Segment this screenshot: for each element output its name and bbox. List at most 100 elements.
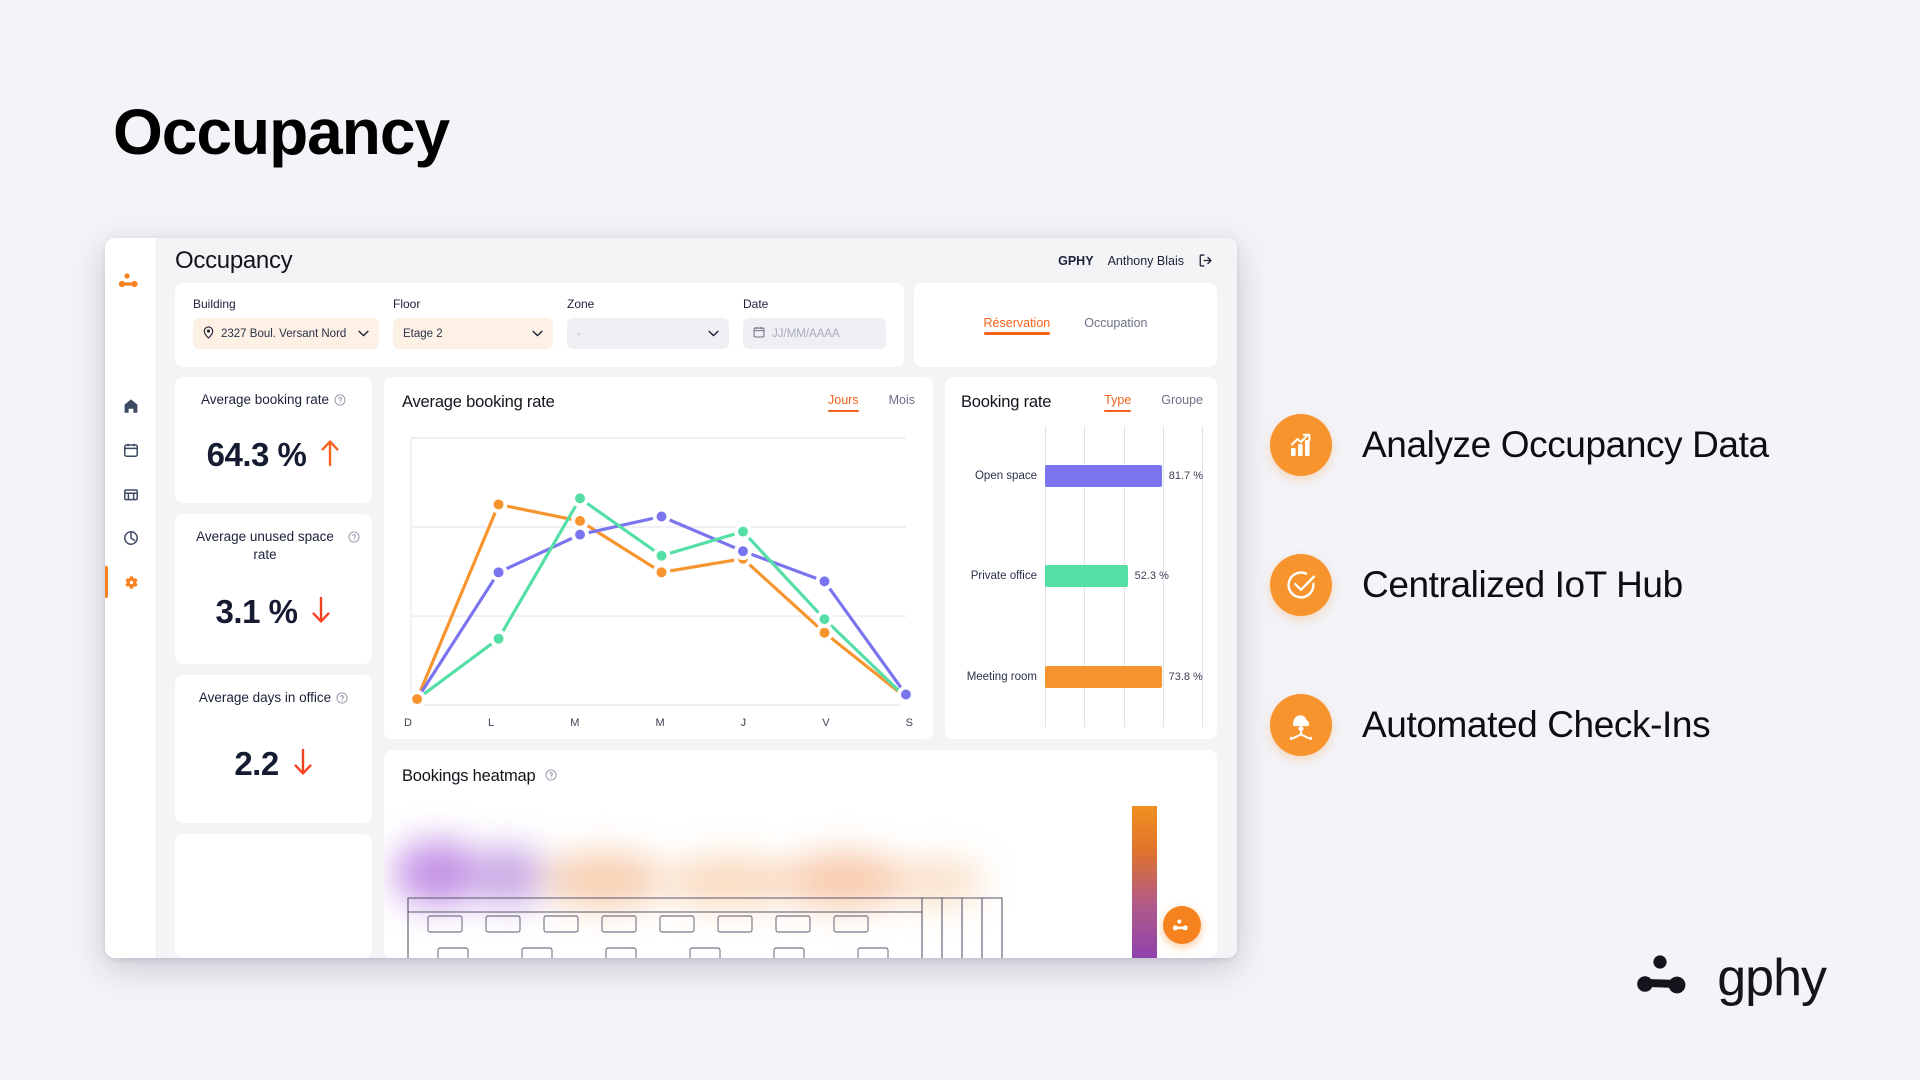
sidebar-item-calendar[interactable]	[105, 428, 157, 472]
bar-value: 73.8 %	[1168, 670, 1203, 683]
tab-groupe[interactable]: Groupe	[1161, 393, 1203, 412]
kpi-value-row: 3.1 %	[216, 583, 332, 635]
x-tick: J	[740, 717, 747, 730]
sidebar	[105, 238, 157, 958]
bar-track: 52.3 %	[1045, 526, 1203, 626]
filter-zone-value: -	[577, 327, 581, 340]
app-window: Occupancy GPHY Anthony Blais Building 23…	[105, 238, 1237, 958]
info-icon[interactable]	[336, 691, 348, 709]
trend-down-icon	[293, 747, 313, 782]
x-tick: V	[822, 717, 830, 730]
bar-fill-open-space	[1045, 465, 1162, 488]
kpi-head: Average days in office	[187, 689, 360, 709]
card-head: Bookings heatmap	[402, 766, 1199, 786]
booking-rate-chart-card: Booking rate Type Groupe Open space 81.7…	[945, 377, 1217, 740]
feature-label: Centralized IoT Hub	[1362, 564, 1683, 605]
bar-row: Meeting room 73.8 %	[961, 627, 1203, 727]
filter-building-label: Building	[193, 297, 236, 311]
chart-tabs: Jours Mois	[828, 393, 915, 413]
filter-date-field[interactable]: JJ/MM/AAAA	[743, 318, 886, 349]
filter-row: Building 2327 Boul. Versant Nord Floor É…	[157, 283, 1237, 367]
x-tick: L	[488, 717, 495, 730]
series-paths	[415, 496, 908, 701]
tab-occupation[interactable]: Occupation	[1084, 316, 1147, 335]
average-booking-rate-chart-card: Average booking rate Jours Mois D L M M …	[384, 377, 933, 740]
heatmap-canvas	[384, 796, 1217, 958]
org-name: GPHY	[1058, 253, 1094, 268]
sidebar-item-settings[interactable]	[105, 560, 157, 604]
series-orange-line	[415, 502, 908, 701]
bookings-heatmap-card: Bookings heatmap	[384, 750, 1217, 958]
gphy-dots-icon	[1637, 954, 1699, 1003]
kpi-head: Average unused space rate	[187, 528, 360, 564]
gphy-logo-icon	[105, 260, 157, 302]
filter-building-value: 2327 Boul. Versant Nord	[221, 327, 347, 340]
header-right: GPHY Anthony Blais	[1058, 253, 1213, 268]
feature-item-iot-hub: Centralized IoT Hub	[1270, 515, 1870, 655]
filter-card: Building 2327 Boul. Versant Nord Floor É…	[175, 283, 904, 367]
info-icon[interactable]	[348, 530, 360, 548]
filter-floor: Floor Étage 2	[393, 297, 553, 349]
desk-person-icon	[1270, 694, 1332, 756]
page-title: Occupancy	[113, 96, 450, 168]
gphy-mark-icon[interactable]	[1163, 906, 1201, 944]
chart-tabs: Type Groupe	[1104, 393, 1203, 413]
kpi-value-row: 64.3 %	[207, 426, 341, 478]
kpi-card-booking-rate: Average booking rate 64.3 %	[175, 377, 372, 503]
kpi-head: Average booking rate	[187, 391, 360, 411]
filter-zone-select[interactable]: -	[567, 318, 729, 349]
bar-value: 52.3 %	[1134, 570, 1169, 583]
line-chart	[402, 432, 915, 711]
series-purple-line	[415, 514, 908, 701]
chart-title: Booking rate	[961, 393, 1052, 411]
chevron-down-icon	[532, 330, 543, 337]
kpi-card-unused-space: Average unused space rate 3.1 %	[175, 514, 372, 664]
app-title: Occupancy	[175, 246, 293, 274]
kpi-card-extra	[175, 834, 372, 958]
tab-reservation[interactable]: Réservation	[983, 316, 1050, 335]
bar-label: Open space	[974, 470, 1037, 483]
bar-row: Open space 81.7 %	[961, 426, 1203, 526]
charts-top-row: Average booking rate Jours Mois D L M M …	[384, 377, 1217, 740]
filter-building: Building 2327 Boul. Versant Nord	[193, 297, 379, 349]
kpi-value: 64.3 %	[206, 436, 307, 473]
filter-floor-select[interactable]: Étage 2	[393, 318, 553, 349]
tab-jours[interactable]: Jours	[828, 393, 859, 413]
filter-date: Date JJ/MM/AAAA	[743, 297, 886, 349]
logout-icon[interactable]	[1198, 253, 1213, 268]
main-pane: Occupancy GPHY Anthony Blais Building 23…	[157, 238, 1237, 958]
sidebar-item-building[interactable]	[105, 472, 157, 516]
charts-column: Average booking rate Jours Mois D L M M …	[384, 377, 1217, 958]
feature-item-check-ins: Automated Check-Ins	[1270, 655, 1870, 795]
feature-label: Automated Check-Ins	[1362, 704, 1711, 745]
sidebar-item-analytics[interactable]	[105, 516, 157, 560]
bar-chart: Open space 81.7 % Private office 52.3 % …	[961, 426, 1203, 728]
kpi-title: Average unused space rate	[196, 529, 334, 563]
feature-item-analyze: Analyze Occupancy Data	[1270, 375, 1870, 515]
calendar-icon	[753, 326, 765, 341]
view-toggle: Réservation Occupation	[914, 283, 1217, 367]
brand-wordmark: gphy	[1717, 949, 1827, 1007]
bar-value: 81.7 %	[1168, 470, 1203, 483]
filter-date-label: Date	[743, 297, 769, 311]
info-icon[interactable]	[334, 393, 346, 411]
feature-list: Analyze Occupancy Data Centralized IoT H…	[1270, 375, 1870, 795]
tab-type[interactable]: Type	[1104, 393, 1132, 413]
bar-row: Private office 52.3 %	[961, 526, 1203, 626]
kpi-column: Average booking rate 64.3 % Average unus…	[175, 377, 372, 958]
filter-building-select[interactable]: 2327 Boul. Versant Nord	[193, 318, 379, 349]
kpi-value: 2.2	[234, 745, 279, 782]
filter-floor-value: Étage 2	[403, 327, 443, 340]
filter-zone-label: Zone	[567, 297, 595, 311]
line-chart-x-labels: D L M M J V S	[402, 711, 915, 729]
info-icon[interactable]	[545, 768, 558, 786]
user-name: Anthony Blais	[1107, 253, 1184, 268]
kpi-value: 3.1 %	[215, 593, 298, 631]
heatmap-title: Bookings heatmap	[402, 766, 536, 785]
sidebar-item-home[interactable]	[105, 384, 157, 428]
tab-mois[interactable]: Mois	[889, 393, 915, 412]
kpi-title: Average booking rate	[200, 392, 330, 407]
heatmap-legend	[1132, 806, 1157, 958]
chart-title: Average booking rate	[402, 393, 555, 411]
x-tick: M	[570, 717, 580, 730]
